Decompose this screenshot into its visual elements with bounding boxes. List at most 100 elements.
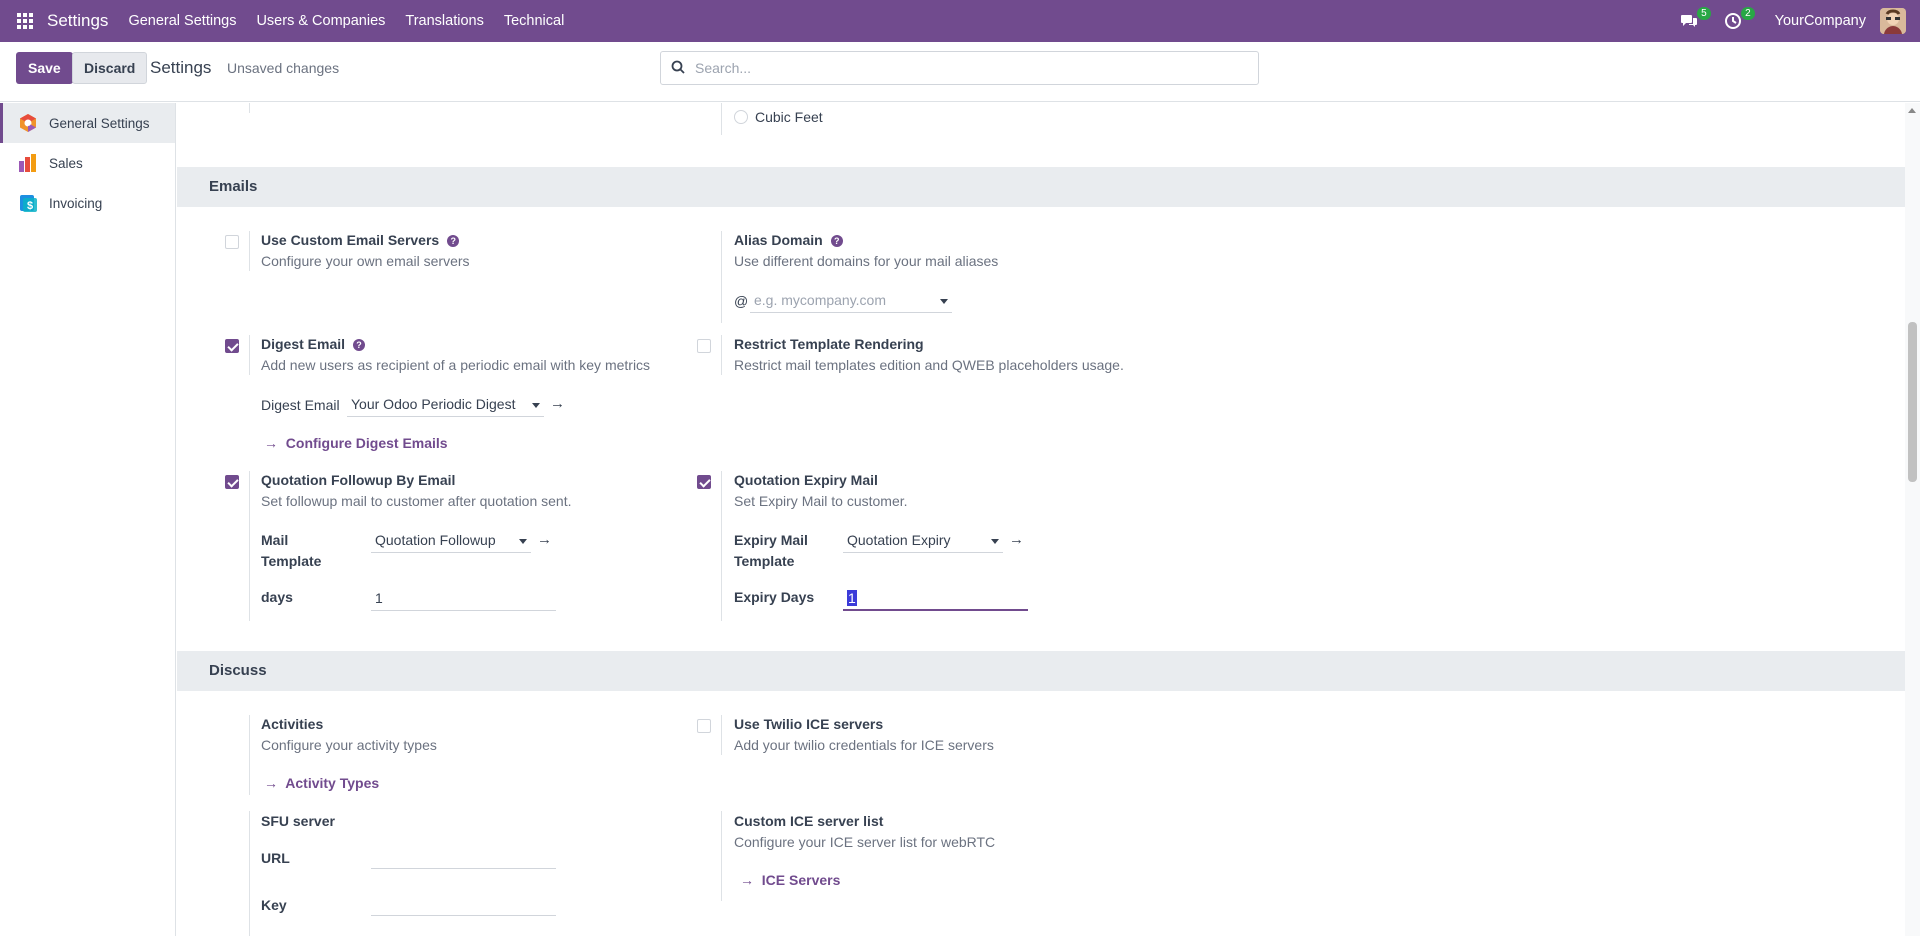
setting-divider xyxy=(249,103,250,113)
sidebar-item-sales[interactable]: Sales xyxy=(0,143,175,183)
internal-link-arrow-icon[interactable]: → xyxy=(537,531,552,548)
setting-divider xyxy=(721,811,722,901)
sidebar-item-label: General Settings xyxy=(49,115,150,131)
help-icon[interactable]: ? xyxy=(353,339,366,351)
settings-content: Cubic Feet Emails Use Custom Email Serve… xyxy=(177,103,1905,936)
sidebar-item-general-settings[interactable]: General Settings xyxy=(0,103,175,143)
quotation-followup-desc: Set followup mail to customer after quot… xyxy=(261,493,572,509)
digest-email-desc: Add new users as recipient of a periodic… xyxy=(261,357,651,373)
expiry-template-select[interactable]: Quotation Expiry xyxy=(843,529,1003,553)
content-scrollbar[interactable] xyxy=(1905,103,1920,936)
chevron-down-icon xyxy=(532,403,540,408)
chevron-down-icon xyxy=(991,539,999,544)
save-button[interactable]: Save xyxy=(16,52,73,84)
digest-email-title: Digest Email? xyxy=(261,336,366,352)
digest-email-select[interactable]: Your Odoo Periodic Digest xyxy=(347,393,544,417)
help-icon[interactable]: ? xyxy=(447,235,460,247)
section-header-discuss: Discuss xyxy=(177,651,1905,691)
menu-general-settings[interactable]: General Settings xyxy=(128,13,236,29)
ice-servers-link[interactable]: → ICE Servers xyxy=(740,872,840,888)
custom-ice-list-title: Custom ICE server list xyxy=(734,813,884,829)
scrollbar-thumb[interactable] xyxy=(1908,322,1917,482)
control-panel: Save Discard Settings Unsaved changes xyxy=(0,42,1920,102)
sidebar-item-label: Invoicing xyxy=(49,195,103,211)
custom-email-servers-desc: Configure your own email servers xyxy=(261,253,470,269)
setting-divider xyxy=(249,231,250,271)
digest-email-checkbox[interactable] xyxy=(225,339,239,353)
general-settings-app-icon xyxy=(18,113,38,133)
setting-divider xyxy=(721,103,722,135)
apps-menu-icon[interactable] xyxy=(0,0,50,42)
followup-days-input[interactable]: 1 xyxy=(371,587,556,611)
sfu-key-label: Key xyxy=(261,897,287,913)
mail-template-label-line2: Template xyxy=(261,553,322,569)
sfu-url-input[interactable] xyxy=(371,845,556,869)
sales-app-icon xyxy=(18,153,38,173)
custom-ice-list-desc: Configure your ICE server list for webRT… xyxy=(734,834,996,850)
mail-template-label: Mail xyxy=(261,532,289,548)
quotation-expiry-title: Quotation Expiry Mail xyxy=(734,472,878,488)
twilio-ice-checkbox[interactable] xyxy=(697,719,711,733)
twilio-ice-title: Use Twilio ICE servers xyxy=(734,716,884,732)
internal-link-arrow-icon[interactable]: → xyxy=(1009,531,1024,548)
expiry-days-input[interactable]: 1 xyxy=(843,587,1028,611)
sidebar-item-label: Sales xyxy=(49,155,83,171)
activities-title: Activities xyxy=(261,716,324,732)
activities-badge: 2 xyxy=(1741,7,1755,20)
expiry-template-label: Expiry Mail xyxy=(734,532,808,548)
sfu-server-title: SFU server xyxy=(261,813,335,829)
activities-clock-icon[interactable]: 2 xyxy=(1721,7,1755,33)
setting-divider xyxy=(249,471,250,621)
arrow-right-icon: → xyxy=(264,435,278,451)
search-icon xyxy=(671,60,685,77)
breadcrumb-title: Settings xyxy=(150,58,212,77)
chevron-down-icon xyxy=(519,539,527,544)
sfu-key-input[interactable] xyxy=(371,892,556,916)
setting-divider xyxy=(721,715,722,755)
days-label: days xyxy=(261,589,293,605)
messages-badge: 5 xyxy=(1697,7,1711,20)
unsaved-status: Unsaved changes xyxy=(227,60,340,76)
activities-desc: Configure your activity types xyxy=(261,737,437,753)
restrict-template-checkbox[interactable] xyxy=(697,339,711,353)
invoicing-app-icon: $ xyxy=(18,193,38,213)
sidebar-item-invoicing[interactable]: $ Invoicing xyxy=(0,183,175,223)
user-avatar[interactable] xyxy=(1880,8,1906,34)
expiry-days-value: 1 xyxy=(847,590,857,606)
search-input[interactable] xyxy=(695,60,1215,76)
quotation-expiry-checkbox[interactable] xyxy=(697,475,711,489)
messages-icon[interactable]: 5 xyxy=(1677,7,1711,33)
company-switcher[interactable]: YourCompany xyxy=(1775,13,1866,29)
chevron-down-icon xyxy=(940,299,948,304)
app-brand[interactable]: Settings xyxy=(47,11,108,31)
sfu-url-label: URL xyxy=(261,850,290,866)
settings-sidebar: General Settings Sales $ Invoicing xyxy=(0,103,176,936)
help-icon[interactable]: ? xyxy=(830,235,843,247)
setting-divider xyxy=(721,471,722,621)
discard-button[interactable]: Discard xyxy=(72,52,148,84)
scroll-up-arrow-icon[interactable] xyxy=(1908,108,1916,113)
menu-technical[interactable]: Technical xyxy=(504,13,564,29)
menu-translations[interactable]: Translations xyxy=(405,13,483,29)
arrow-right-icon: → xyxy=(740,872,754,888)
setting-divider xyxy=(249,335,250,375)
menu-users-companies[interactable]: Users & Companies xyxy=(256,13,385,29)
setting-divider xyxy=(249,715,250,795)
quotation-followup-checkbox[interactable] xyxy=(225,475,239,489)
section-header-emails: Emails xyxy=(177,167,1905,207)
activity-types-link[interactable]: → Activity Types xyxy=(264,775,379,791)
followup-template-select[interactable]: Quotation Followup xyxy=(371,529,531,553)
cubic-feet-radio[interactable] xyxy=(734,110,748,124)
internal-link-arrow-icon[interactable]: → xyxy=(550,395,565,412)
restrict-template-desc: Restrict mail templates edition and QWEB… xyxy=(734,357,1124,373)
top-navbar: Settings General Settings Users & Compan… xyxy=(0,0,1920,42)
configure-digest-emails-link[interactable]: → Configure Digest Emails xyxy=(264,435,448,451)
cubic-feet-label: Cubic Feet xyxy=(755,109,823,125)
custom-email-servers-checkbox[interactable] xyxy=(225,235,239,249)
alias-domain-select[interactable]: e.g. mycompany.com xyxy=(750,289,952,313)
custom-email-servers-title: Use Custom Email Servers? xyxy=(261,232,460,248)
at-symbol: @ xyxy=(734,293,749,309)
alias-domain-title: Alias Domain? xyxy=(734,232,843,248)
digest-email-field-label: Digest Email xyxy=(261,397,340,413)
search-box[interactable] xyxy=(660,51,1259,85)
